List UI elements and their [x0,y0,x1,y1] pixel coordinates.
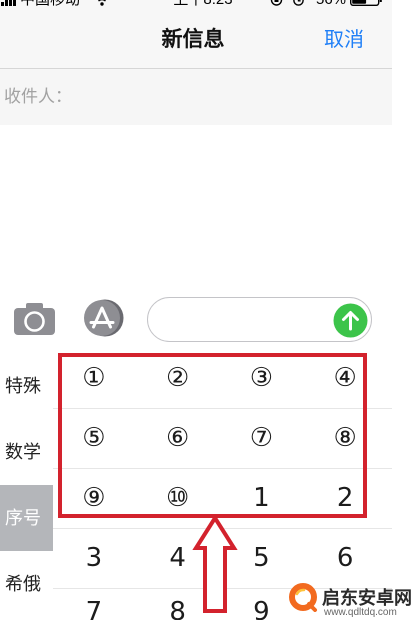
cancel-button[interactable]: 取消 [324,24,364,56]
watermark-url: www.qdltdq.com [324,607,397,618]
category-tab-math[interactable]: 数学 [0,419,53,485]
category-tab-ordinal[interactable]: 序号 [0,485,53,551]
highlight-box-annotation [58,353,367,518]
camera-icon[interactable] [13,302,56,336]
category-tab-greek-russian[interactable]: 希俄 [0,551,53,617]
status-time: 上午8:23 [163,0,243,11]
keyboard-key[interactable]: 3 [52,528,136,588]
up-arrow-annotation [192,514,238,613]
app-store-icon[interactable] [81,298,125,338]
battery-percentage: 56% [316,0,346,11]
watermark-logo-icon [289,583,317,612]
watermark: 启东安卓网 www.qdltdq.com [286,578,412,618]
category-tab-special[interactable]: 特殊 [0,353,53,419]
keyboard-category-list: 特殊 数学 序号 希俄 [0,353,53,617]
messages-screen: 新信息 取消 中国移动 上午8:23 56% [0,0,392,620]
wifi-icon [98,0,106,6]
watermark-site-name: 启东安卓网 [322,588,412,608]
signal-bars-icon [1,0,16,6]
alarm-icon [293,0,304,6]
carrier-name: 中国移动 [20,0,80,11]
keyboard-key[interactable]: 7 [52,588,136,620]
battery-level [352,0,367,4]
send-button[interactable] [333,303,368,338]
battery-icon [350,0,382,6]
status-bar: 中国移动 上午8:23 56% [0,0,392,10]
recipient-row[interactable]: 收件人： [0,69,392,125]
recipient-label: 收件人： [4,87,72,106]
orientation-lock-icon [270,0,283,6]
message-thread-area [0,125,392,290]
recipient-input[interactable] [74,79,384,115]
